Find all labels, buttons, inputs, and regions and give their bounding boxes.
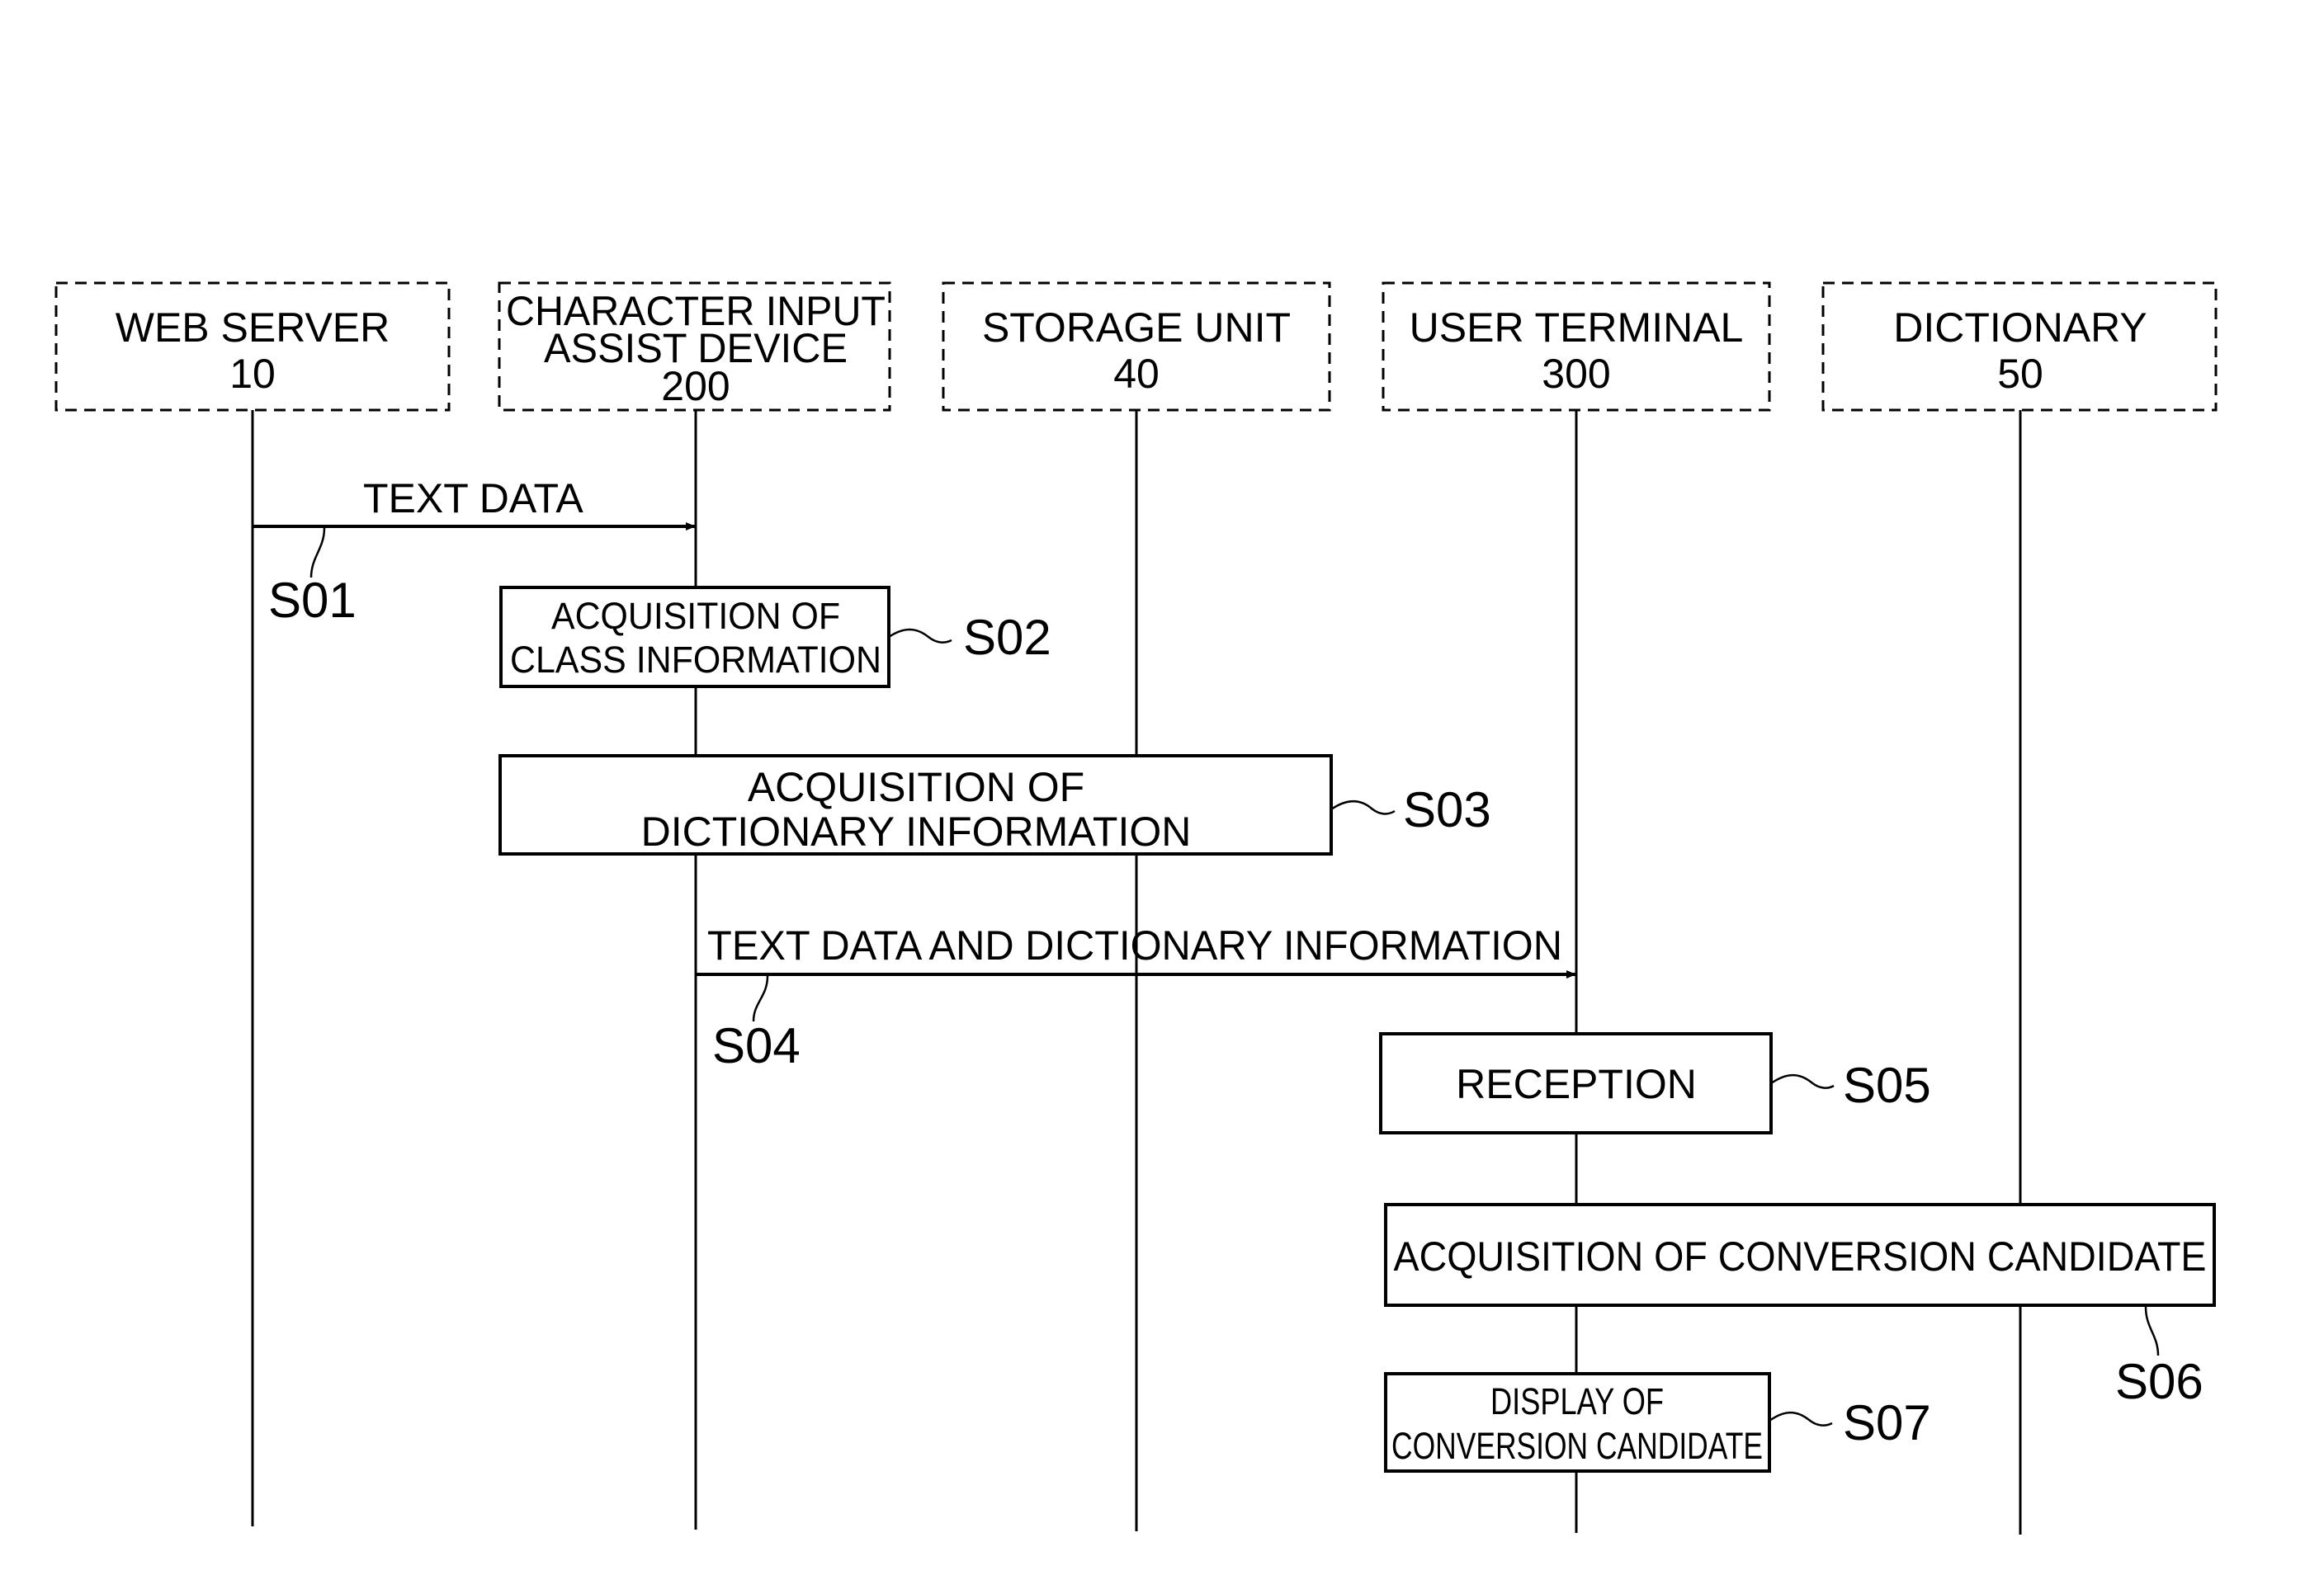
step-s07-process: DISPLAY OF CONVERSION CANDIDATE S07 bbox=[1384, 1372, 1931, 1473]
participant-storage-unit: STORAGE UNIT 40 bbox=[942, 281, 1331, 412]
process-label-line2: CONVERSION CANDIDATE bbox=[1391, 1425, 1763, 1467]
process-label-line2: DICTIONARY INFORMATION bbox=[641, 809, 1192, 855]
message-label: TEXT DATA bbox=[363, 475, 583, 521]
participant-ref: 50 bbox=[1997, 351, 2043, 397]
participant-web-server: WEB SERVER 10 bbox=[54, 281, 451, 412]
step-number: S02 bbox=[963, 610, 1051, 665]
step-s03-process: ACQUISITION OF DICTIONARY INFORMATION S0… bbox=[498, 754, 1491, 856]
participant-ref: 300 bbox=[1542, 351, 1610, 397]
participant-ref: 40 bbox=[1113, 351, 1160, 397]
message-label: TEXT DATA AND DICTIONARY INFORMATION bbox=[707, 922, 1562, 969]
step-number: S05 bbox=[1843, 1058, 1931, 1113]
process-label: RECEPTION bbox=[1456, 1061, 1697, 1107]
participant-assist-device: CHARACTER INPUT ASSIST DEVICE 200 bbox=[498, 281, 891, 412]
process-label-line1: ACQUISITION OF bbox=[748, 764, 1084, 810]
diagram-canvas: WEB SERVER 10 CHARACTER INPUT ASSIST DEV… bbox=[54, 281, 2218, 1535]
step-leader-line bbox=[752, 975, 769, 1022]
participant-dictionary: DICTIONARY 50 bbox=[1821, 281, 2218, 412]
step-number: S07 bbox=[1843, 1395, 1931, 1450]
step-number: S04 bbox=[712, 1018, 801, 1073]
participant-name: USER TERMINAL bbox=[1410, 304, 1744, 351]
participant-name: STORAGE UNIT bbox=[982, 304, 1291, 351]
step-number: S06 bbox=[2115, 1354, 2204, 1409]
process-label-line1: DISPLAY OF bbox=[1490, 1380, 1664, 1422]
step-number: S03 bbox=[1403, 782, 1491, 837]
participant-user-terminal: USER TERMINAL 300 bbox=[1382, 281, 1771, 412]
sequence-diagram: WEB SERVER 10 CHARACTER INPUT ASSIST DEV… bbox=[0, 0, 2324, 1590]
process-label-line1: ACQUISITION OF bbox=[551, 595, 840, 637]
step-leader-squiggle bbox=[1770, 1073, 1835, 1089]
step-leader-squiggle bbox=[1330, 799, 1396, 815]
participant-ref: 200 bbox=[661, 363, 730, 409]
process-label-line2: CLASS INFORMATION bbox=[510, 639, 881, 681]
step-leader-line bbox=[309, 527, 326, 578]
step-s05-process: RECEPTION S05 bbox=[1379, 1032, 1931, 1134]
process-label: ACQUISITION OF CONVERSION CANDIDATE bbox=[1394, 1233, 2207, 1280]
step-leader-squiggle bbox=[888, 628, 952, 644]
step-s02-process: ACQUISITION OF CLASS INFORMATION S02 bbox=[499, 586, 1051, 688]
participant-ref: 10 bbox=[229, 351, 276, 397]
step-leader-squiggle bbox=[1769, 1411, 1833, 1427]
participant-name: WEB SERVER bbox=[116, 304, 390, 351]
step-number: S01 bbox=[268, 573, 357, 628]
participant-name: DICTIONARY bbox=[1893, 304, 2147, 351]
step-leader-line bbox=[2144, 1306, 2160, 1356]
